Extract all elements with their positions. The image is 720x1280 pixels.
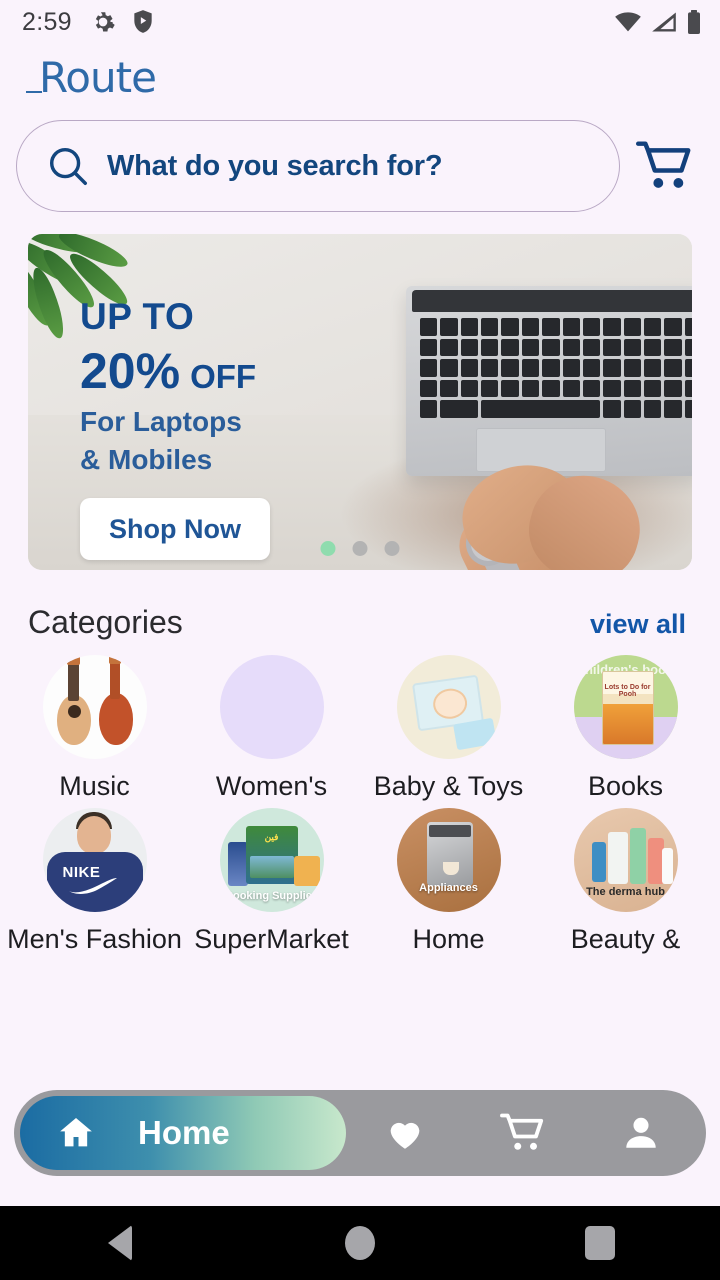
category-item-books[interactable]: children's book Lots to Do for Pooh Book… [537, 655, 714, 802]
promo-banner-slide[interactable]: UP TO 20% OFF For Laptops & Mobiles Shop… [28, 234, 692, 570]
category-item-mens-fashion[interactable]: NIKE Men's Fashion [6, 808, 183, 955]
app-logo-text: Route [39, 52, 157, 102]
battery-icon [688, 10, 700, 34]
supermarket-caption: Cooking Supplies [225, 890, 318, 902]
category-item-womens[interactable]: Women's [183, 655, 360, 802]
banner-discount-row: 20% OFF [80, 342, 270, 400]
category-label-baby-toys: Baby & Toys [373, 771, 524, 801]
banner-line-3: For Laptops [80, 406, 242, 437]
status-left-icons [90, 9, 154, 35]
category-image-home: Appliances [396, 808, 501, 912]
category-image-music [42, 655, 147, 759]
search-placeholder: What do you search for? [107, 149, 443, 182]
status-time: 2:59 [22, 7, 72, 36]
banner-discount-value: 20% [80, 343, 181, 399]
person-icon [626, 1117, 656, 1148]
cart-icon [500, 1113, 544, 1150]
category-image-beauty: The derma hub [573, 808, 678, 912]
category-label-books: Books [587, 771, 664, 801]
category-label-supermarket: SuperMarket [194, 924, 349, 954]
category-item-baby-toys[interactable]: Baby & Toys [360, 655, 537, 802]
search-input[interactable]: What do you search for? [16, 120, 620, 212]
laptop-image [406, 286, 692, 476]
shopping-cart-icon [636, 141, 691, 188]
carousel-dot-2[interactable] [352, 541, 368, 556]
categories-view-all-link[interactable]: view all [590, 609, 686, 640]
banner-off-label: OFF [190, 358, 257, 395]
carousel-dot-3[interactable] [384, 541, 400, 556]
nike-swoosh-icon [68, 878, 117, 894]
nav-item-profile[interactable] [582, 1112, 700, 1154]
cell-signal-icon [652, 12, 676, 32]
category-label-womens: Women's [215, 771, 328, 801]
app-header: Route [0, 44, 720, 110]
beauty-caption: The derma hub [586, 886, 665, 898]
nav-item-cart[interactable] [464, 1112, 582, 1154]
carousel-dot-1[interactable] [320, 541, 336, 556]
search-row: What do you search for? [0, 110, 720, 212]
status-right-icons [614, 10, 702, 34]
system-home-button[interactable] [240, 1226, 480, 1260]
banner-line-4: & Mobiles [80, 444, 213, 476]
banner-text-block: UP TO 20% OFF For Laptops & Mobiles Shop… [80, 296, 270, 561]
status-bar: 2:59 [0, 0, 720, 44]
category-item-home[interactable]: Appliances Home [360, 808, 537, 955]
categories-header: Categories view all [0, 570, 720, 641]
category-item-beauty[interactable]: The derma hub Beauty & [537, 808, 714, 955]
categories-title: Categories [28, 604, 183, 640]
shield-play-icon [134, 10, 152, 33]
category-image-womens [219, 655, 324, 759]
category-image-supermarket: فين Cooking Supplies [219, 808, 324, 912]
wifi-icon [615, 12, 641, 32]
book-title: Lots to Do for Pooh [604, 684, 651, 698]
category-label-mens-fashion: Men's Fashion [7, 924, 182, 954]
category-item-supermarket[interactable]: فين Cooking Supplies SuperMarket [183, 808, 360, 955]
carousel-dots[interactable] [320, 541, 400, 556]
shop-now-button[interactable]: Shop Now [80, 498, 270, 561]
search-icon [49, 147, 87, 185]
system-back-button[interactable] [0, 1225, 240, 1261]
categories-grid: Music Women's Baby & Toys children's boo… [0, 641, 720, 955]
home-caption: Appliances [419, 882, 478, 894]
category-label-music: Music [59, 771, 130, 801]
home-icon [60, 1118, 92, 1147]
app-screen: 2:59 Route What do you search for? UP TO… [0, 0, 720, 1280]
app-logo[interactable]: Route [26, 52, 157, 102]
category-label-beauty: Beauty & [570, 924, 681, 954]
system-navigation-bar [0, 1206, 720, 1280]
category-image-baby-toys [396, 655, 501, 759]
category-image-books: children's book Lots to Do for Pooh [573, 655, 678, 759]
nav-item-home[interactable]: Home [20, 1096, 346, 1170]
heart-icon [390, 1122, 420, 1149]
promo-banner-carousel[interactable]: UP TO 20% OFF For Laptops & Mobiles Shop… [0, 212, 720, 570]
category-item-music[interactable]: Music [6, 655, 183, 802]
bottom-navigation-bar: Home [14, 1090, 706, 1176]
category-image-mens-fashion: NIKE [42, 808, 147, 912]
banner-line-1: UP TO [80, 296, 195, 337]
nav-item-home-label: Home [138, 1114, 230, 1151]
system-recents-button[interactable] [480, 1226, 720, 1260]
header-cart-button[interactable] [634, 135, 696, 197]
nav-item-favorites[interactable] [346, 1112, 464, 1154]
category-label-home: Home [412, 924, 485, 954]
gear-icon [95, 12, 115, 32]
